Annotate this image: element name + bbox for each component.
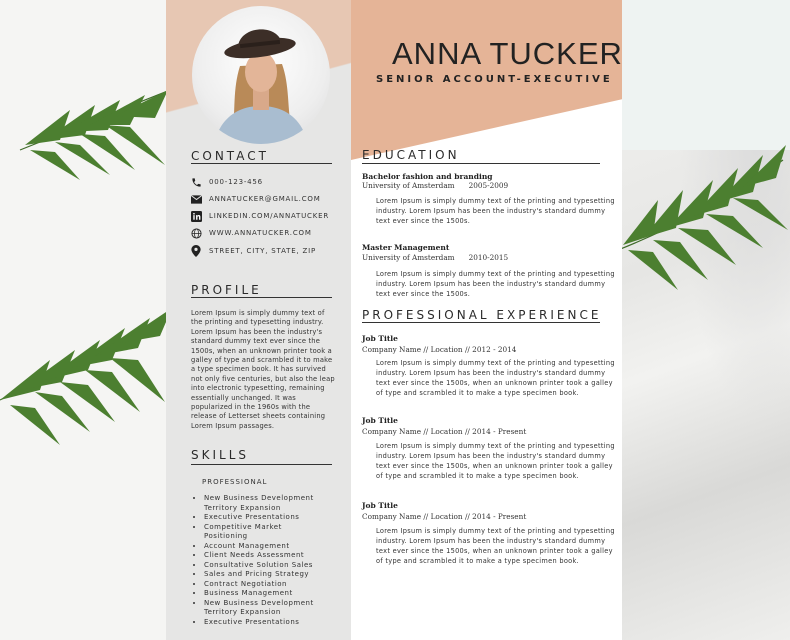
skill-item: Executive Presentations bbox=[204, 618, 314, 628]
skill-item: Business Management bbox=[204, 589, 314, 599]
email-icon bbox=[190, 193, 202, 205]
contact-website-text: WWW.ANNATUCKER.COM bbox=[209, 229, 312, 237]
job-title: Job Title bbox=[362, 416, 398, 425]
skills-heading: SKILLS bbox=[191, 448, 250, 462]
linkedin-icon bbox=[190, 210, 202, 222]
job-company-line: Company Name // Location // 2014 - Prese… bbox=[362, 427, 527, 436]
contact-email-text: ANNATUCKER@GMAIL.COM bbox=[209, 195, 321, 203]
phone-icon bbox=[190, 176, 202, 188]
job-description: Lorem Ipsum is simply dummy text of the … bbox=[376, 442, 615, 480]
profile-rule bbox=[191, 297, 332, 298]
profile-text: Lorem Ipsum is simply dummy text of the … bbox=[191, 309, 335, 430]
education-degree: Bachelor fashion and branding bbox=[362, 172, 493, 181]
candidate-title: SENIOR ACCOUNT-EXECUTIVE bbox=[376, 74, 613, 85]
job-company-line: Company Name // Location // 2012 - 2014 bbox=[362, 345, 517, 354]
skills-rule bbox=[191, 464, 332, 465]
skill-item: Client Needs Assessment bbox=[204, 551, 314, 561]
job-company-line: Company Name // Location // 2014 - Prese… bbox=[362, 512, 527, 521]
skill-item: New Business Development bbox=[204, 494, 314, 504]
portrait-photo bbox=[214, 29, 308, 144]
job-title: Job Title bbox=[362, 501, 398, 510]
education-school: University of Amsterdam bbox=[362, 181, 455, 190]
candidate-name: ANNA TUCKER bbox=[392, 36, 622, 71]
education-rule bbox=[362, 163, 600, 164]
contact-linkedin-text: LINKEDIN.COM/ANNATUCKER bbox=[209, 212, 329, 220]
job-description: Lorem Ipsum is simply dummy text of the … bbox=[376, 527, 615, 565]
contact-phone: 000-123-456 bbox=[190, 174, 263, 190]
profile-heading: PROFILE bbox=[191, 283, 262, 297]
globe-icon bbox=[190, 227, 202, 239]
skill-item: Territory Expansion bbox=[204, 503, 281, 512]
skills-subheading: PROFESSIONAL bbox=[202, 478, 268, 486]
skill-item: New Business Development bbox=[204, 599, 314, 609]
education-description: Lorem Ipsum is simply dummy text of the … bbox=[376, 270, 615, 298]
job-title: Job Title bbox=[362, 334, 398, 343]
avatar bbox=[192, 6, 330, 144]
contact-phone-text: 000-123-456 bbox=[209, 178, 263, 186]
education-degree: Master Management bbox=[362, 243, 450, 252]
skills-list: New Business Development Territory Expan… bbox=[194, 494, 314, 627]
skill-item: Territory Expansion bbox=[204, 608, 281, 616]
education-description: Lorem Ipsum is simply dummy text of the … bbox=[376, 197, 615, 225]
job-description: Lorem Ipsum is simply dummy text of the … bbox=[376, 359, 615, 397]
contact-heading: CONTACT bbox=[191, 149, 269, 163]
education-years: 2010-2015 bbox=[468, 253, 509, 262]
skill-item: Sales and Pricing Strategy bbox=[204, 570, 314, 580]
education-heading: EDUCATION bbox=[362, 148, 460, 162]
palm-leaf-right bbox=[618, 145, 788, 290]
experience-heading: PROFESSIONAL EXPERIENCE bbox=[362, 308, 602, 322]
education-years: 2005-2009 bbox=[468, 181, 509, 190]
palm-leaf-left bbox=[0, 89, 172, 445]
education-school: University of Amsterdam bbox=[362, 253, 455, 262]
education-school-line: University of Amsterdam 2010-2015 bbox=[362, 253, 508, 262]
contact-address: STREET, CITY, STATE, ZIP bbox=[190, 243, 316, 259]
skill-item: Contract Negotiation bbox=[204, 580, 314, 590]
contact-website: WWW.ANNATUCKER.COM bbox=[190, 225, 312, 241]
location-pin-icon bbox=[190, 245, 202, 257]
resume-page: ANNA TUCKER SENIOR ACCOUNT-EXECUTIVE CON… bbox=[166, 0, 622, 640]
skill-item: Consultative Solution Sales bbox=[204, 561, 314, 571]
experience-rule bbox=[362, 322, 600, 323]
skill-item: Executive Presentations bbox=[204, 513, 314, 523]
education-school-line: University of Amsterdam 2005-2009 bbox=[362, 181, 508, 190]
background-top-right bbox=[620, 0, 790, 150]
contact-email: ANNATUCKER@GMAIL.COM bbox=[190, 191, 321, 207]
skill-item: Account Management bbox=[204, 542, 314, 552]
contact-rule bbox=[191, 163, 332, 164]
skill-item: Competitive Market Positioning bbox=[204, 523, 294, 542]
contact-linkedin: LINKEDIN.COM/ANNATUCKER bbox=[190, 208, 329, 224]
contact-address-text: STREET, CITY, STATE, ZIP bbox=[209, 247, 316, 255]
